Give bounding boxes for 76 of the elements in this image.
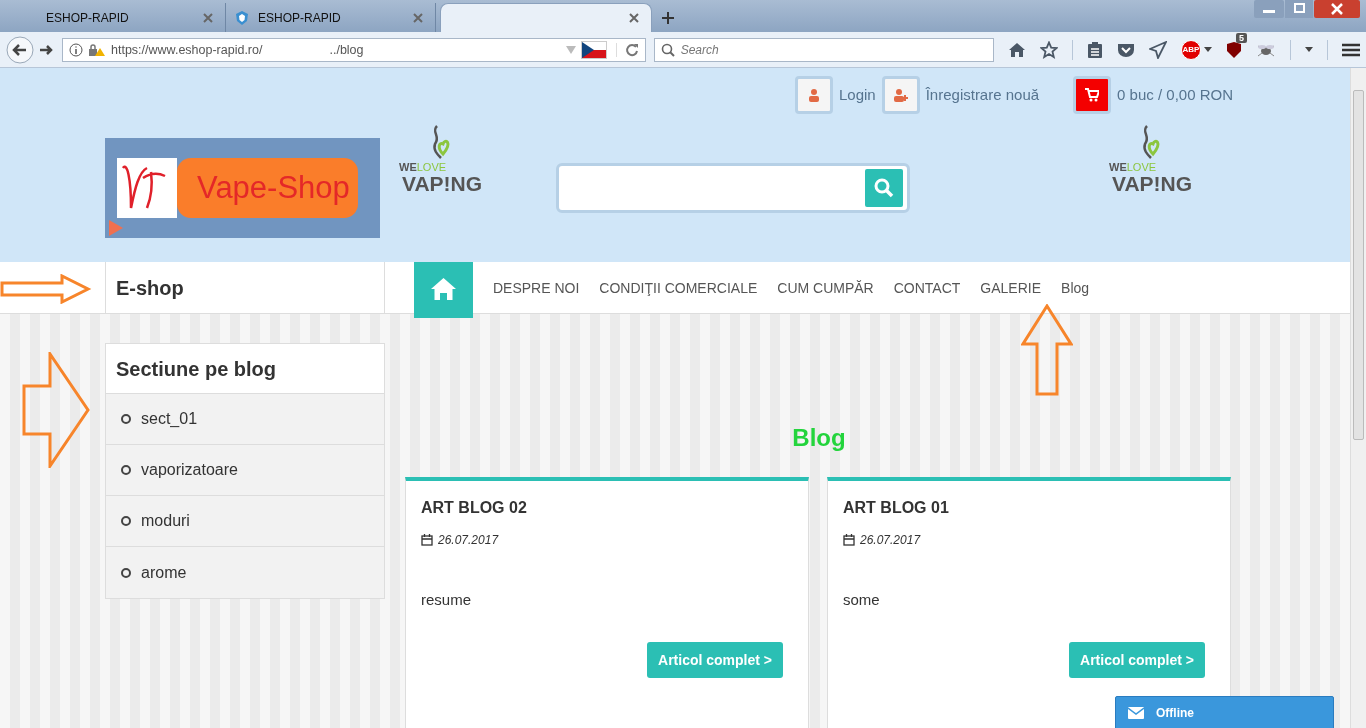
post-summary: some: [843, 591, 881, 608]
search-icon: [660, 42, 675, 57]
category-heading[interactable]: E-shop: [105, 262, 385, 314]
chat-status: Offline: [1156, 706, 1194, 720]
maximize-icon[interactable]: [1285, 0, 1313, 18]
address-bar[interactable]: https://www.eshop-rapid.ro/ ../blog: [62, 37, 646, 62]
calendar-icon: [421, 534, 433, 546]
tab-title: ESHOP-RAPID: [46, 10, 130, 25]
post-date: 26.07.2017: [438, 533, 499, 547]
nav-link[interactable]: CUM CUMPĂR: [767, 262, 884, 314]
adblock-button[interactable]: ABP: [1181, 39, 1201, 60]
close-icon[interactable]: [1314, 0, 1360, 18]
search-field[interactable]: [556, 163, 910, 213]
nav-link[interactable]: Blog: [1051, 262, 1100, 314]
cart-summary[interactable]: 0 buc / 0,00 RON: [1117, 86, 1233, 103]
register-link[interactable]: Înregistrare nouă: [925, 86, 1040, 103]
browser-tab[interactable]: [440, 3, 652, 32]
paper-plane-icon[interactable]: [1149, 40, 1167, 59]
cart-icon[interactable]: [1073, 75, 1112, 114]
logo-text: Vape-Shop: [177, 158, 358, 218]
user-icon[interactable]: [795, 75, 833, 114]
sidebar-title: Sectiune pe blog: [106, 344, 384, 394]
shield-icon: [234, 9, 250, 26]
search-field[interactable]: Search: [653, 37, 994, 62]
logo-text: LOVE: [1126, 161, 1157, 173]
sidebar-item[interactable]: moduri: [106, 496, 384, 547]
nav-link[interactable]: GALERIE: [970, 262, 1052, 314]
logo-text: WE: [1109, 161, 1127, 173]
tab-title: ESHOP-RAPID: [258, 10, 342, 25]
logo-text: WE: [399, 161, 417, 173]
bullet-icon: [121, 567, 131, 578]
dropdown-icon[interactable]: [1204, 47, 1212, 52]
mail-icon: [1128, 707, 1144, 719]
add-user-icon[interactable]: [881, 75, 920, 114]
new-tab-icon[interactable]: [662, 12, 674, 24]
sidebar-item[interactable]: sect_01: [106, 394, 384, 445]
flag-icon: [580, 40, 607, 59]
post-title: ART BLOG 02: [421, 499, 528, 517]
calendar-icon: [843, 534, 855, 546]
close-icon[interactable]: [413, 12, 423, 23]
menu-icon[interactable]: [1342, 42, 1360, 57]
sidebar-item[interactable]: vaporizatoare: [106, 445, 384, 496]
url-text: https://www.eshop-rapid.ro/: [111, 42, 263, 57]
bullet-icon: [121, 414, 131, 424]
sidebar-item[interactable]: arome: [106, 547, 384, 598]
v-mark-icon: [117, 158, 177, 218]
post-date: 26.07.2017: [860, 533, 921, 547]
pocket-icon[interactable]: [1117, 41, 1135, 58]
reload-icon[interactable]: [615, 42, 639, 57]
star-icon[interactable]: [1040, 40, 1058, 59]
search-icon[interactable]: [865, 169, 903, 207]
count-badge: 5: [1236, 32, 1247, 43]
bullet-icon: [121, 465, 131, 475]
info-icon[interactable]: [69, 42, 83, 57]
page-title: Blog: [791, 424, 847, 453]
logo-text: VAP!NG: [1111, 173, 1193, 194]
post-title: ART BLOG 01: [843, 499, 950, 517]
bullet-icon: [121, 516, 131, 526]
back-icon[interactable]: [6, 35, 34, 64]
close-icon[interactable]: [203, 12, 213, 23]
lock-warning-icon: [88, 42, 106, 57]
logo-text: LOVE: [416, 161, 447, 173]
login-link[interactable]: Login: [839, 86, 876, 103]
home-icon[interactable]: [1008, 41, 1026, 58]
dropdown-icon[interactable]: [1305, 47, 1313, 52]
close-icon[interactable]: [629, 13, 639, 23]
nav-link[interactable]: CONDIŢII COMERCIALE: [589, 262, 768, 314]
url-text: ../blog: [329, 42, 364, 57]
minimize-icon[interactable]: [1254, 0, 1284, 18]
logo-text: VAP!NG: [401, 173, 483, 194]
nav-link[interactable]: DESPRE NOI: [483, 262, 590, 314]
clipboard-icon[interactable]: [1087, 40, 1103, 59]
shield-icon[interactable]: [1226, 40, 1242, 59]
play-icon: [109, 220, 123, 236]
nav-link[interactable]: CONTACT: [883, 262, 971, 314]
post-summary: resume: [421, 591, 473, 608]
